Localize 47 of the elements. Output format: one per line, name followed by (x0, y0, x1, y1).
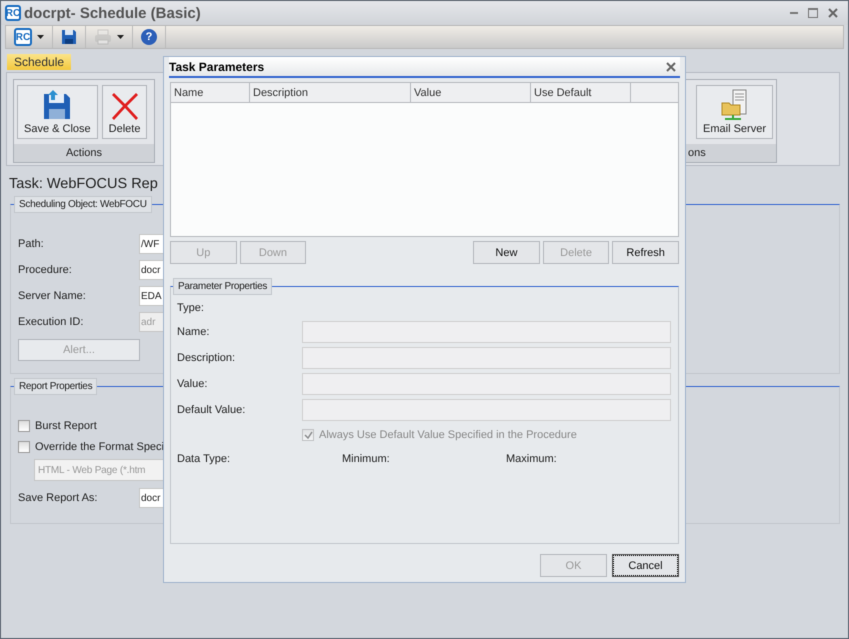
field-label: Value: (177, 378, 208, 390)
checkbox[interactable] (18, 420, 30, 432)
dialog-button[interactable]: Refresh (612, 241, 679, 264)
ribbon-button[interactable]: Save & Close (17, 85, 98, 139)
checkbox-label: Always Use Default Value Specified in the Procedure (319, 429, 577, 441)
field-label: Path: (18, 238, 45, 250)
ribbon-tab[interactable]: Schedule (7, 54, 72, 70)
field-label: Execution ID: (18, 316, 84, 328)
section-legend: Scheduling Object: WebFOCU (14, 196, 152, 213)
close-icon[interactable] (666, 62, 676, 72)
column-header[interactable]: Value (411, 83, 531, 102)
column-header[interactable]: Use Default (531, 83, 631, 102)
dialog-button[interactable]: New (473, 241, 540, 264)
help-icon[interactable]: ? (141, 29, 157, 45)
dialog-button[interactable]: Cancel (612, 554, 679, 577)
checkbox-label: Override the Format Speci (35, 440, 164, 452)
text-field[interactable] (302, 373, 671, 395)
field-label: Type: (177, 302, 204, 314)
field-label: Procedure: (18, 264, 73, 276)
field-label: Server Name: (18, 290, 87, 302)
column-header[interactable]: Description (250, 83, 411, 102)
field-label: Default Value: (177, 404, 246, 416)
group-label: Actions (14, 144, 154, 162)
column-header[interactable]: Name (171, 83, 250, 102)
app-logo[interactable]: RC (14, 28, 32, 46)
field-label: Minimum: (342, 453, 391, 465)
task-heading: Task: WebFOCUS Rep (9, 176, 159, 192)
text-field[interactable] (302, 347, 671, 369)
field-label: Save Report As: (18, 492, 98, 504)
field-label: Maximum: (506, 453, 558, 465)
close-icon[interactable] (828, 8, 838, 18)
field-label: Description: (177, 352, 236, 364)
dialog-title: Task Parameters (169, 60, 264, 74)
section-legend: Report Properties (14, 378, 98, 395)
window-title: docrpt- Schedule (Basic) (24, 4, 202, 22)
field-label: Name: (177, 326, 210, 338)
section-legend: Parameter Properties (173, 278, 272, 295)
checkbox[interactable] (18, 440, 30, 452)
ribbon-button[interactable]: Email Server (696, 85, 773, 139)
text-field[interactable] (302, 399, 671, 421)
delete-icon (110, 91, 139, 121)
save-icon[interactable] (61, 29, 77, 45)
checkbox-label: Burst Report (35, 420, 97, 432)
caret-icon[interactable] (37, 35, 44, 39)
text-field[interactable] (302, 321, 671, 343)
maximize-icon[interactable] (808, 8, 818, 18)
ribbon-button[interactable]: Delete (102, 85, 148, 139)
